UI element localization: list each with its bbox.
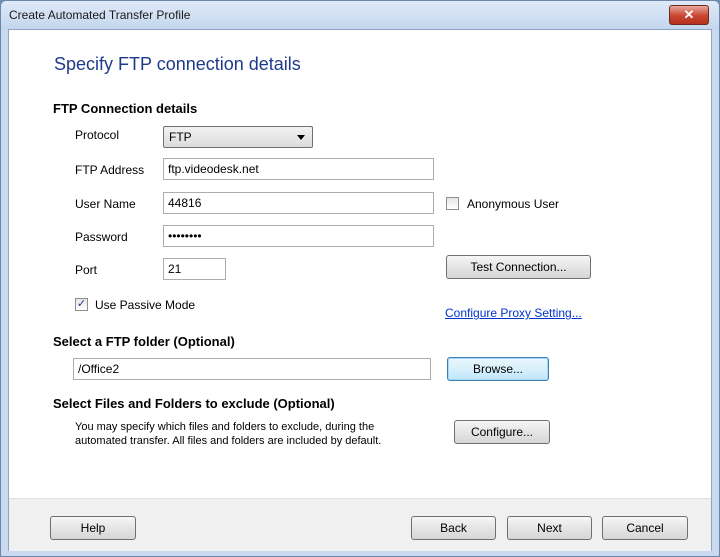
dialog-body: Specify FTP connection details FTP Conne… [8, 29, 712, 551]
ftp-address-label: FTP Address [75, 163, 145, 177]
configure-exclusions-button[interactable]: Configure... [454, 420, 550, 444]
dialog-footer: Help Back Next Cancel [9, 498, 711, 551]
port-label: Port [75, 263, 98, 277]
ftp-folder-input[interactable] [73, 358, 431, 380]
cancel-button[interactable]: Cancel [602, 516, 688, 540]
next-button[interactable]: Next [507, 516, 592, 540]
close-button[interactable]: ✕ [669, 5, 709, 25]
help-button[interactable]: Help [50, 516, 136, 540]
passive-mode-checkbox[interactable]: ✓ [75, 298, 88, 311]
page-header: Specify FTP connection details [54, 54, 301, 74]
user-name-label: User Name [75, 197, 136, 211]
window-title: Create Automated Transfer Profile [9, 8, 191, 22]
configure-proxy-link[interactable]: Configure Proxy Setting... [445, 306, 582, 320]
port-input[interactable] [163, 258, 226, 280]
protocol-selected-value: FTP [169, 130, 192, 144]
ftp-details-section-label: FTP Connection details [53, 101, 198, 116]
password-input[interactable] [163, 225, 434, 247]
exclude-section-label: Select Files and Folders to exclude (Opt… [53, 396, 335, 411]
title-bar[interactable]: Create Automated Transfer Profile ✕ [1, 1, 719, 29]
anonymous-user-checkbox[interactable] [446, 197, 459, 210]
ftp-address-input[interactable] [163, 158, 434, 180]
chevron-down-icon [297, 135, 305, 140]
browse-button[interactable]: Browse... [447, 357, 549, 381]
test-connection-button[interactable]: Test Connection... [446, 255, 591, 279]
exclude-description: You may specify which files and folders … [75, 421, 382, 447]
dialog-window: Create Automated Transfer Profile ✕ Spec… [0, 0, 720, 557]
anonymous-user-label: Anonymous User [467, 197, 560, 211]
protocol-select[interactable]: FTP [163, 126, 313, 148]
protocol-label: Protocol [75, 128, 120, 142]
ftp-folder-section-label: Select a FTP folder (Optional) [53, 334, 235, 349]
passive-mode-label: Use Passive Mode [95, 298, 196, 312]
back-button[interactable]: Back [411, 516, 496, 540]
password-label: Password [75, 230, 128, 244]
user-name-input[interactable] [163, 192, 434, 214]
